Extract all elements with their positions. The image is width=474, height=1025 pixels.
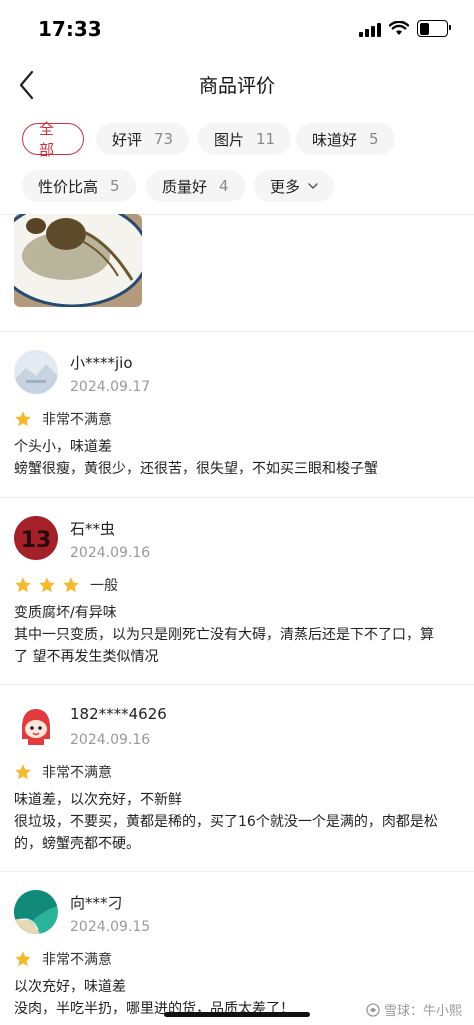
rating-text: 非常不满意	[42, 412, 112, 428]
star-icon	[15, 577, 31, 593]
rating-text: 非常不满意	[42, 765, 112, 781]
review-tags: 以次充好，味道差	[14, 979, 126, 995]
signal-icon	[359, 21, 381, 37]
star-icon	[15, 764, 31, 780]
rating-stars: 非常不满意	[14, 409, 112, 429]
nav-bar: 商品评价	[0, 60, 474, 110]
review-date: 2024.09.15	[70, 919, 151, 935]
star-icon	[15, 411, 31, 427]
review-tags: 个头小，味道差	[14, 439, 112, 455]
filter-chip-photos[interactable]: 图片 11	[198, 123, 292, 155]
home-indicator[interactable]	[164, 1012, 310, 1017]
review-tags: 味道差，以次充好，不新鲜	[14, 792, 182, 808]
review-date: 2024.09.16	[70, 545, 151, 561]
review-text: 了 望不再发生类似情况	[14, 649, 159, 665]
star-icon	[39, 577, 55, 593]
status-icons	[359, 20, 451, 37]
filter-chips: 全部 好评 73 图片 11 味道好 5 性价比高 5 质量好 4 更多	[0, 118, 474, 215]
review-photo[interactable]	[14, 214, 142, 307]
filter-chip-more[interactable]: 更多	[254, 170, 335, 202]
rating-text: 非常不满意	[42, 952, 112, 968]
review-item: 182****4626 2024.09.16 非常不满意 味道差，以次充好，不新…	[0, 685, 474, 871]
rating-text: 一般	[90, 578, 118, 594]
review-date: 2024.09.16	[70, 732, 151, 748]
filter-chip-all[interactable]: 全部	[22, 120, 84, 159]
review-text: 的，螃蟹壳都不硬。	[14, 836, 140, 852]
avatar[interactable]: 13	[14, 516, 58, 560]
username: 小****jio	[70, 354, 133, 372]
review-item: 13 石**虫 2024.09.16 一般 变质腐坏/有异味 其中一只变质，以为…	[0, 498, 474, 684]
snowball-logo-icon	[366, 1002, 380, 1017]
rating-stars: 非常不满意	[14, 762, 112, 782]
rating-stars: 一般	[14, 575, 118, 595]
filter-chip-positive[interactable]: 好评 73	[96, 123, 190, 155]
review-date: 2024.09.17	[70, 379, 151, 395]
review-text: 螃蟹很瘦，黄很少，还很苦，很失望，不如买三眼和梭子蟹	[14, 461, 378, 477]
chevron-down-icon	[308, 183, 318, 189]
page-title: 商品评价	[198, 75, 275, 97]
avatar[interactable]	[14, 705, 58, 749]
review-tags: 变质腐坏/有异味	[14, 605, 117, 621]
star-icon	[63, 577, 79, 593]
avatar[interactable]	[14, 350, 58, 394]
status-time: 17:33	[38, 17, 102, 41]
filter-chip-quality[interactable]: 质量好 4	[146, 170, 245, 202]
username: 182****4626	[70, 705, 167, 723]
avatar[interactable]	[14, 890, 58, 934]
star-icon	[15, 951, 31, 967]
battery-icon	[417, 20, 451, 37]
status-bar: 17:33	[0, 0, 474, 60]
svg-text:13: 13	[21, 528, 52, 553]
review-text: 很垃圾，不要买，黄都是稀的，买了16个就没一个是满的，肉都是松	[14, 814, 438, 830]
review-item: 小****jio 2024.09.17 非常不满意 个头小，味道差 螃蟹很瘦，黄…	[0, 332, 474, 497]
watermark-text: 雪球：牛小熙	[383, 1004, 462, 1019]
username: 向***刁	[70, 894, 123, 912]
filter-chip-taste-good[interactable]: 味道好 5	[296, 123, 395, 155]
watermark: 雪球：牛小熙	[366, 1000, 462, 1019]
username: 石**虫	[70, 520, 116, 538]
review-text: 其中一只变质，以为只是刚死亡没有大碍，清蒸后还是下不了口，算	[14, 627, 434, 643]
wifi-icon	[389, 21, 409, 35]
rating-stars: 非常不满意	[14, 949, 112, 969]
filter-chip-value[interactable]: 性价比高 5	[22, 170, 136, 202]
